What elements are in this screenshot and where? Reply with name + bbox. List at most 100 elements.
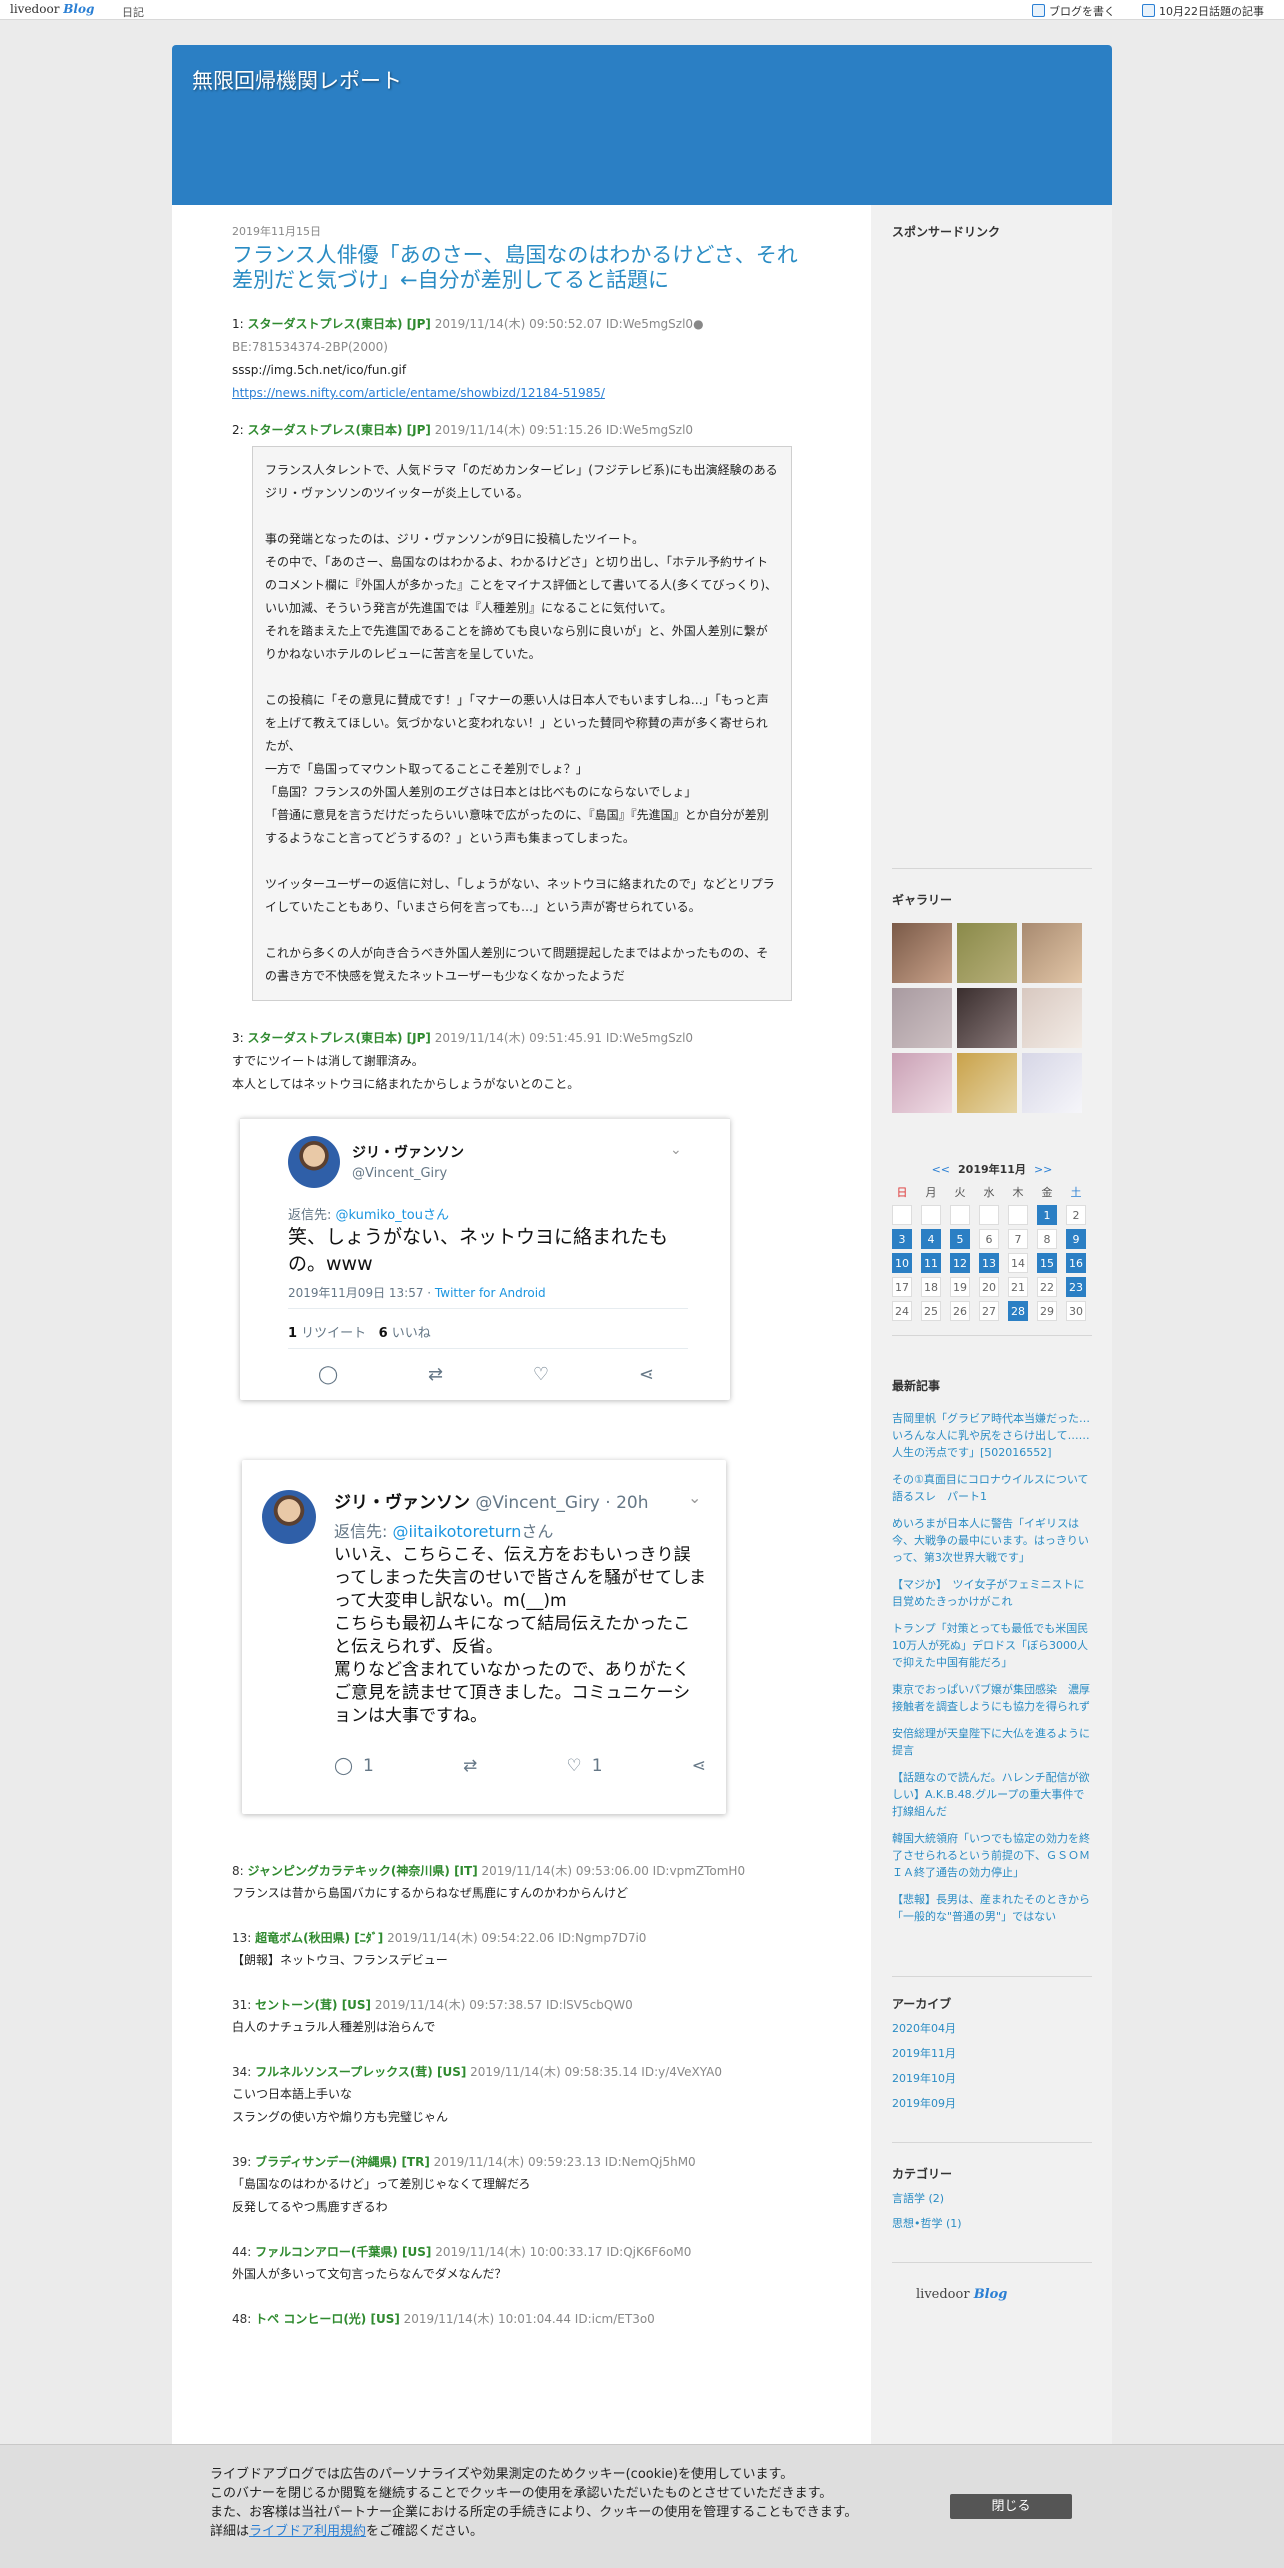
archive-link[interactable]: 2019年09月 xyxy=(892,2095,1092,2112)
calendar-day: 19 xyxy=(950,1277,970,1297)
post-date: 2019年11月15日 xyxy=(232,225,321,238)
comment-item: 13: 超竜ボム(秋田県) [ﾆﾀﾞ] 2019/11/14(木) 09:54:… xyxy=(232,1931,647,1967)
livedoor-blog-logo[interactable]: livedoor Blog xyxy=(10,2,94,16)
calendar-day: 20 xyxy=(979,1277,999,1297)
terms-link[interactable]: ライブドア利用規約 xyxy=(249,2524,366,2539)
recent-article-link[interactable]: 吉岡里帆「グラビア時代本当嫌だった…いろんな人に乳や尻をさらけ出して……人生の汚… xyxy=(892,1410,1092,1461)
sponsored-heading: スポンサードリンク xyxy=(892,225,1001,239)
gallery-thumb[interactable] xyxy=(957,988,1017,1048)
livedoor-blog-footer-logo[interactable]: livedoor Blog xyxy=(916,2287,1007,2302)
calendar-day: 30 xyxy=(1066,1301,1086,1321)
calendar-day[interactable]: 5 xyxy=(950,1229,970,1249)
calendar-day[interactable]: 16 xyxy=(1066,1253,1086,1273)
retweet-icon: ⇄ xyxy=(427,1364,444,1385)
gallery-thumb[interactable] xyxy=(957,1053,1017,1113)
calendar-next-link[interactable]: >> xyxy=(1034,1163,1052,1176)
calendar-day: 6 xyxy=(979,1229,999,1249)
calendar-day: 24 xyxy=(892,1301,912,1321)
calendar-day: 26 xyxy=(950,1301,970,1321)
calendar-day[interactable]: 10 xyxy=(892,1253,912,1273)
close-button[interactable]: 閉じる xyxy=(950,2494,1072,2519)
comment-item: 48: トペ コンヒーロ(光) [US] 2019/11/14(木) 10:01… xyxy=(232,2312,655,2326)
archive-link[interactable]: 2019年11月 xyxy=(892,2045,1092,2062)
gallery-thumb[interactable] xyxy=(1022,1053,1082,1113)
cookie-notice-text: ライブドアブログでは広告のパーソナライズや効果測定のためクッキー(cookie)… xyxy=(210,2467,858,2539)
comment-item: 39: ブラディサンデー(沖縄県) [TR] 2019/11/14(木) 09:… xyxy=(232,2155,696,2214)
calendar-day: 17 xyxy=(892,1277,912,1297)
gallery-thumb[interactable] xyxy=(892,923,952,983)
recent-article-link[interactable]: 【悲報】長男は、産まれたそのときから「一般的な"普通の男"」ではない xyxy=(892,1891,1092,1925)
recent-article-link[interactable]: めいろまが日本人に警告「イギリスは今、大戦争の最中にいます。はっきりいって、第3… xyxy=(892,1515,1092,1566)
reply-icon: ◯ 1 xyxy=(334,1756,374,1776)
calendar-day[interactable]: 12 xyxy=(950,1253,970,1273)
top-bar: livedoor Blog 日記 ブログを書く 10月22日話題の記事 xyxy=(0,0,1284,20)
calendar-day[interactable]: 1 xyxy=(1037,1205,1057,1225)
blog-header: 無限回帰機関レポート xyxy=(172,45,1112,205)
recent-article-link[interactable]: 【マジか】 ツイ女子がフェミニストに目覚めたきっかけがこれ xyxy=(892,1576,1092,1610)
source-link[interactable]: https://news.nifty.com/article/entame/sh… xyxy=(232,386,605,400)
avatar xyxy=(262,1490,316,1544)
calendar-day: 21 xyxy=(1008,1277,1028,1297)
chevron-down-icon: ⌄ xyxy=(688,1488,702,1507)
calendar-day: 22 xyxy=(1037,1277,1057,1297)
chevron-down-icon: ⌄ xyxy=(670,1142,682,1158)
archive-list: 2020年04月 2019年11月 2019年10月 2019年09月 xyxy=(892,2020,1092,2112)
pencil-icon xyxy=(1032,4,1045,17)
calendar-day[interactable]: 11 xyxy=(921,1253,941,1273)
cookie-banner: ライブドアブログでは広告のパーソナライズや効果測定のためクッキー(cookie)… xyxy=(0,2444,1284,2568)
share-icon: ⋖ xyxy=(638,1364,654,1385)
comment-item: 31: セントーン(茸) [US] 2019/11/14(木) 09:57:38… xyxy=(232,1998,633,2034)
calendar-day: 25 xyxy=(921,1301,941,1321)
gallery-heading: ギャラリー xyxy=(892,893,953,907)
site-title[interactable]: 無限回帰機関レポート xyxy=(192,65,402,95)
archive-heading: アーカイブ xyxy=(892,1997,952,2011)
category-link[interactable]: 思想•哲学 (1) xyxy=(892,2215,1092,2232)
calendar-day[interactable]: 9 xyxy=(1066,1229,1086,1249)
calendar-day[interactable]: 23 xyxy=(1066,1277,1086,1297)
calendar-day: 2 xyxy=(1066,1205,1086,1225)
recent-article-link[interactable]: その①真面目にコロナウイルスについて語るスレ パート1 xyxy=(892,1471,1092,1505)
like-icon: ♡ 1 xyxy=(566,1756,603,1776)
gallery-thumb[interactable] xyxy=(1022,988,1082,1048)
res-1: 1: スターダストプレス(東日本) [JP] 2019/11/14(木) 09:… xyxy=(232,317,704,400)
diary-link[interactable]: 日記 xyxy=(122,4,144,20)
category-list: 言語学 (2) 思想•哲学 (1) xyxy=(892,2190,1092,2232)
calendar-day[interactable]: 13 xyxy=(979,1253,999,1273)
recent-article-link[interactable]: 韓国大統領府「いつでも協定の効力を終了させられるという前提の下、ＧＳＯＭＩＡ終了… xyxy=(892,1830,1092,1881)
retweet-icon: ⇄ xyxy=(463,1756,478,1776)
post-title[interactable]: フランス人俳優「あのさー、島国なのはわかるけどさ、それ差別だと気づけ」←自分が差… xyxy=(232,243,802,293)
recent-article-link[interactable]: 安倍総理が天皇陛下に大仏を進るように提言 xyxy=(892,1725,1092,1759)
calendar-day[interactable]: 15 xyxy=(1037,1253,1057,1273)
gallery-grid xyxy=(892,923,1092,1113)
news-quote: フランス人タレントで、人気ドラマ「のだめカンタービレ」(フジテレビ系)にも出演経… xyxy=(252,446,792,1001)
reply-icon: ◯ xyxy=(318,1364,339,1385)
calendar-day: 8 xyxy=(1037,1229,1057,1249)
archive-link[interactable]: 2020年04月 xyxy=(892,2020,1092,2037)
recent-article-link[interactable]: 東京でおっぱいパブ嬢が集団感染 濃厚接触者を調査しようにも協力を得られず xyxy=(892,1681,1092,1715)
calendar-nav: << 2019年11月 >> xyxy=(931,1163,1053,1176)
category-heading: カテゴリー xyxy=(892,2167,953,2181)
comment-item: 44: ファルコンアロー(千葉県) [US] 2019/11/14(木) 10:… xyxy=(232,2245,692,2281)
calendar-day: 29 xyxy=(1037,1301,1057,1321)
tweet-text: 笑、しょうがない、ネットウヨに絡まれたもの。www xyxy=(288,1226,669,1275)
tweet-text: いいえ、こちらこそ、伝え方をおもいっきり誤ってしまった失言のせいで皆さんを騒がせ… xyxy=(334,1545,706,1726)
recent-article-link[interactable]: 【話題なので読んだ。ハレンチ配信が欲しい】A.K.B.48.グループの重大事件で… xyxy=(892,1769,1092,1820)
gallery-thumb[interactable] xyxy=(892,988,952,1048)
category-link[interactable]: 言語学 (2) xyxy=(892,2190,1092,2207)
gallery-thumb[interactable] xyxy=(1022,923,1082,983)
calendar-day[interactable]: 28 xyxy=(1008,1301,1028,1321)
write-blog-link[interactable]: ブログを書く xyxy=(1032,3,1115,19)
calendar-prev-link[interactable]: << xyxy=(932,1163,950,1176)
archive-link[interactable]: 2019年10月 xyxy=(892,2070,1092,2087)
calendar-grid: 日 月 火 水 木 金 土 1 2 3 4 5 6 7 8 9 10 11 12… xyxy=(892,1185,1092,1321)
calendar-day: 14 xyxy=(1008,1253,1028,1273)
avatar xyxy=(288,1136,340,1188)
calendar-day[interactable]: 3 xyxy=(892,1229,912,1249)
gallery-thumb[interactable] xyxy=(892,1053,952,1113)
calendar-day[interactable]: 4 xyxy=(921,1229,941,1249)
comment-item: 8: ジャンピングカラテキック(神奈川県) [IT] 2019/11/14(木)… xyxy=(232,1864,746,1900)
topic-articles-link[interactable]: 10月22日話題の記事 xyxy=(1142,3,1264,19)
recent-article-link[interactable]: トランプ「対策とっても最低でも米国民10万人が死ぬ」デロドス「ぼら3000人で抑… xyxy=(892,1620,1092,1671)
gallery-thumb[interactable] xyxy=(957,923,1017,983)
comment-list: 8: ジャンピングカラテキック(神奈川県) [IT] 2019/11/14(木)… xyxy=(232,1860,802,2330)
